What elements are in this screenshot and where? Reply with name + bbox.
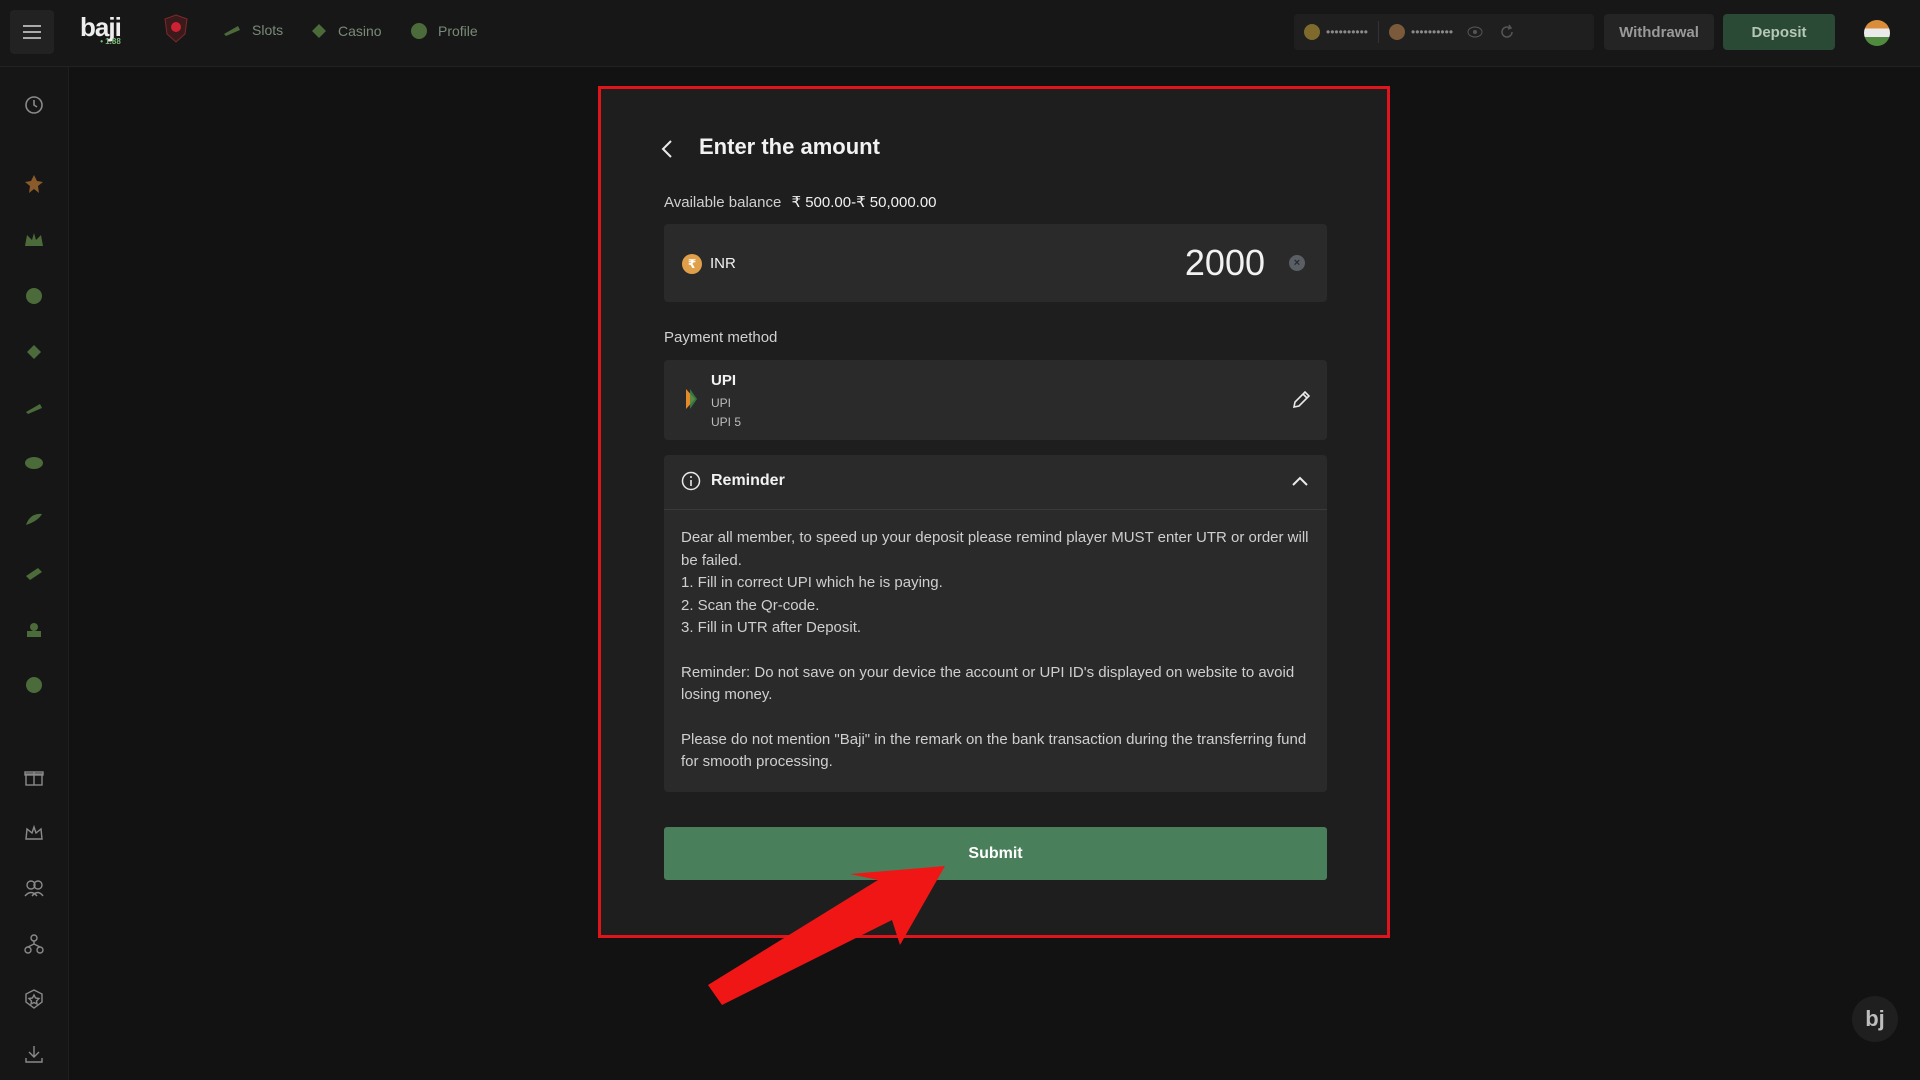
slots-icon (224, 26, 240, 36)
table-games-icon[interactable] (20, 449, 48, 477)
balance-display: •••••••••• •••••••••• (1294, 14, 1594, 50)
affiliate-icon[interactable] (20, 930, 48, 958)
nav-casino[interactable]: Casino (310, 22, 382, 40)
casino-sidebar-icon[interactable] (20, 338, 48, 366)
reminder-line: 1. Fill in correct UPI which he is payin… (681, 574, 943, 591)
withdrawal-button[interactable]: Withdrawal (1604, 14, 1714, 50)
profile-icon (411, 23, 427, 39)
reminder-line: 3. Fill in UTR after Deposit. (681, 619, 862, 636)
eye-icon[interactable] (1467, 26, 1483, 38)
reminder-paragraph: Please do not mention "Baji" in the rema… (681, 730, 1307, 771)
reminder-line: 2. Scan the Qr-code. (681, 596, 820, 614)
lottery-icon[interactable] (20, 616, 48, 644)
referral-icon[interactable] (20, 874, 48, 902)
arcade-icon[interactable] (20, 560, 48, 588)
hamburger-icon (23, 25, 41, 39)
menu-button[interactable] (10, 10, 54, 54)
sidebar (0, 67, 69, 1080)
download-icon[interactable] (20, 1040, 48, 1068)
casino-icon (312, 24, 326, 38)
reminder-paragraph: Reminder: Do not save on your device the… (681, 663, 1295, 704)
nav-casino-label: Casino (338, 23, 382, 39)
available-balance-label: Available balance (664, 194, 782, 211)
available-balance: Available balance ₹ 500.00-₹ 50,000.00 (664, 193, 937, 211)
chevron-left-icon (661, 140, 672, 158)
currency-label: INR (710, 255, 736, 272)
page-title: Enter the amount (699, 134, 880, 159)
balance-divider (1378, 21, 1380, 43)
reminder-header[interactable]: Reminder (664, 455, 1327, 510)
nav-profile[interactable]: Profile (410, 22, 478, 40)
red-arrow-annotation (708, 866, 945, 1005)
reminder-panel: Reminder Dear all member, to speed up yo… (664, 455, 1327, 792)
payment-method-card[interactable]: UPI UPI UPI 5 (664, 360, 1327, 440)
payment-method-label: Payment method (664, 329, 778, 346)
back-button[interactable] (661, 137, 681, 161)
pencil-edit-icon[interactable] (1291, 390, 1311, 410)
deposit-amount-panel: Enter the amount Available balance ₹ 500… (598, 86, 1390, 938)
clear-icon[interactable]: × (1289, 255, 1305, 271)
payment-method-name: UPI (711, 372, 737, 389)
bj-chat-icon[interactable]: bj (1852, 996, 1898, 1042)
vip-crown-icon[interactable] (20, 819, 48, 847)
gift-icon[interactable] (20, 763, 48, 791)
info-icon (681, 471, 701, 491)
reminder-text: Dear all member, to speed up your deposi… (681, 527, 1313, 774)
hot-games-icon[interactable] (20, 170, 48, 198)
nav-profile-label: Profile (438, 23, 478, 39)
reminder-line: Dear all member, to speed up your deposi… (681, 529, 1309, 569)
top-bar: baji • 1.88 Slots Casino Profile •••••••… (0, 0, 1920, 67)
fishing-icon[interactable] (20, 505, 48, 533)
available-balance-range: ₹ 500.00-₹ 50,000.00 (791, 194, 937, 211)
refresh-icon[interactable] (1499, 24, 1515, 40)
main-balance-masked: •••••••••• (1326, 25, 1369, 39)
payment-method-type: UPI (711, 396, 732, 410)
club-badge-icon[interactable] (163, 14, 189, 49)
nav-slots-label: Slots (252, 22, 284, 38)
reminder-title: Reminder (711, 472, 785, 489)
main-wallet-coin-icon (1304, 24, 1320, 40)
amount-input-box[interactable]: ₹ INR 2000 × (664, 224, 1327, 302)
bonus-balance-masked: •••••••••• (1411, 25, 1454, 39)
baji-logo[interactable]: baji • 1.88 (80, 12, 122, 46)
crash-games-icon[interactable] (20, 671, 48, 699)
slots-sidebar-icon[interactable] (20, 394, 48, 422)
badge-star-icon[interactable] (20, 985, 48, 1013)
upi-logo-icon (686, 389, 697, 409)
crown-icon[interactable] (20, 226, 48, 254)
bonus-wallet-coin-icon (1389, 24, 1406, 40)
payment-method-channel: UPI 5 (711, 415, 742, 429)
history-icon[interactable] (20, 91, 48, 119)
amount-input[interactable]: 2000 (1185, 242, 1265, 284)
rupee-coin-icon: ₹ (682, 254, 702, 274)
sports-icon[interactable] (20, 282, 48, 310)
deposit-button[interactable]: Deposit (1723, 14, 1835, 50)
india-flag-icon[interactable] (1864, 20, 1890, 46)
chevron-up-icon[interactable] (1291, 475, 1309, 487)
nav-slots[interactable]: Slots (222, 22, 283, 38)
